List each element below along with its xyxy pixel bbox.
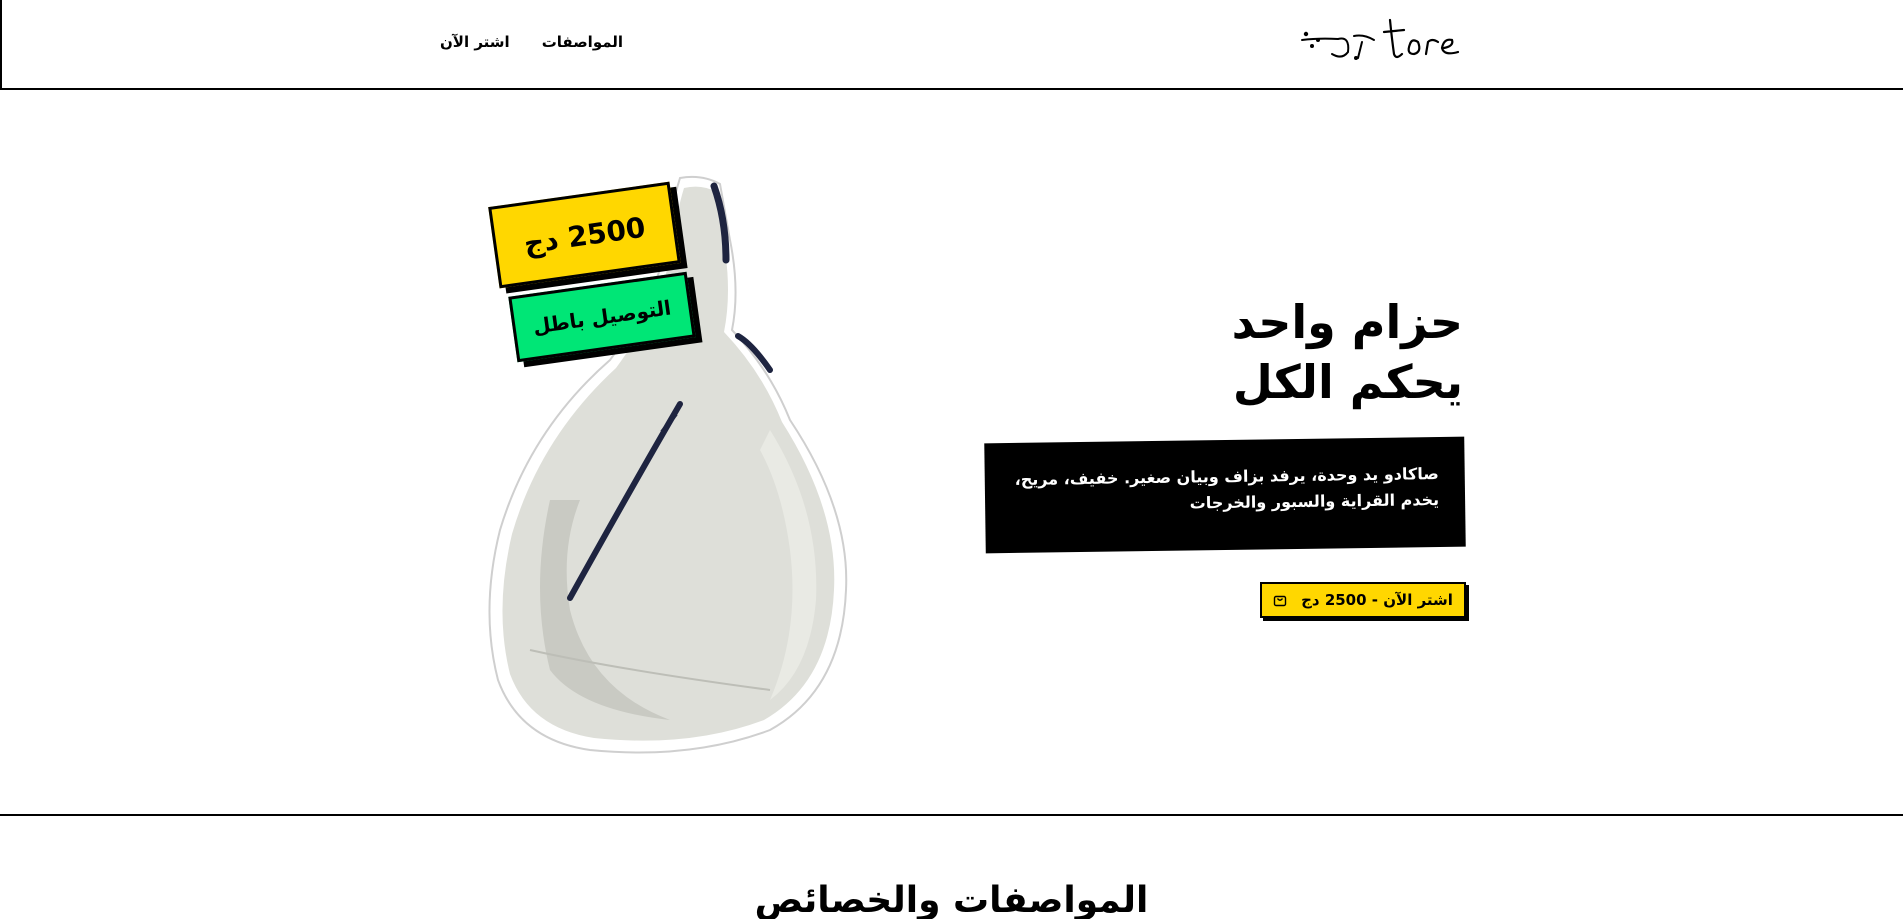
shopping-bag-icon bbox=[1273, 595, 1287, 607]
hero-section bbox=[0, 90, 1903, 816]
site-header: المواصفات اشتر الآن bbox=[0, 0, 1903, 90]
headline-line-1: حزام واحد bbox=[1231, 295, 1463, 349]
main-nav: المواصفات اشتر الآن bbox=[440, 33, 623, 51]
product-description: صاكادو يد وحدة، يرفد بزاف وبيان صغير. خف… bbox=[984, 436, 1466, 554]
headline-line-2: يحكم الكل bbox=[1232, 355, 1463, 409]
free-delivery-label: التوصيل باطل bbox=[531, 295, 673, 339]
nav-specs-link[interactable]: المواصفات bbox=[542, 33, 623, 51]
buy-now-button[interactable]: اشتر الآن - 2500 دج bbox=[1260, 582, 1466, 618]
nav-buy-now-link[interactable]: اشتر الآن bbox=[440, 33, 510, 51]
price-badge-label: 2500 دج bbox=[521, 210, 648, 260]
buy-now-label: اشتر الآن - 2500 دج bbox=[1301, 591, 1453, 609]
specs-section-title: المواصفات والخصائص bbox=[754, 880, 1149, 919]
store-logo[interactable] bbox=[1298, 10, 1468, 66]
hero-headline: حزام واحد يحكم الكل bbox=[1043, 292, 1463, 412]
